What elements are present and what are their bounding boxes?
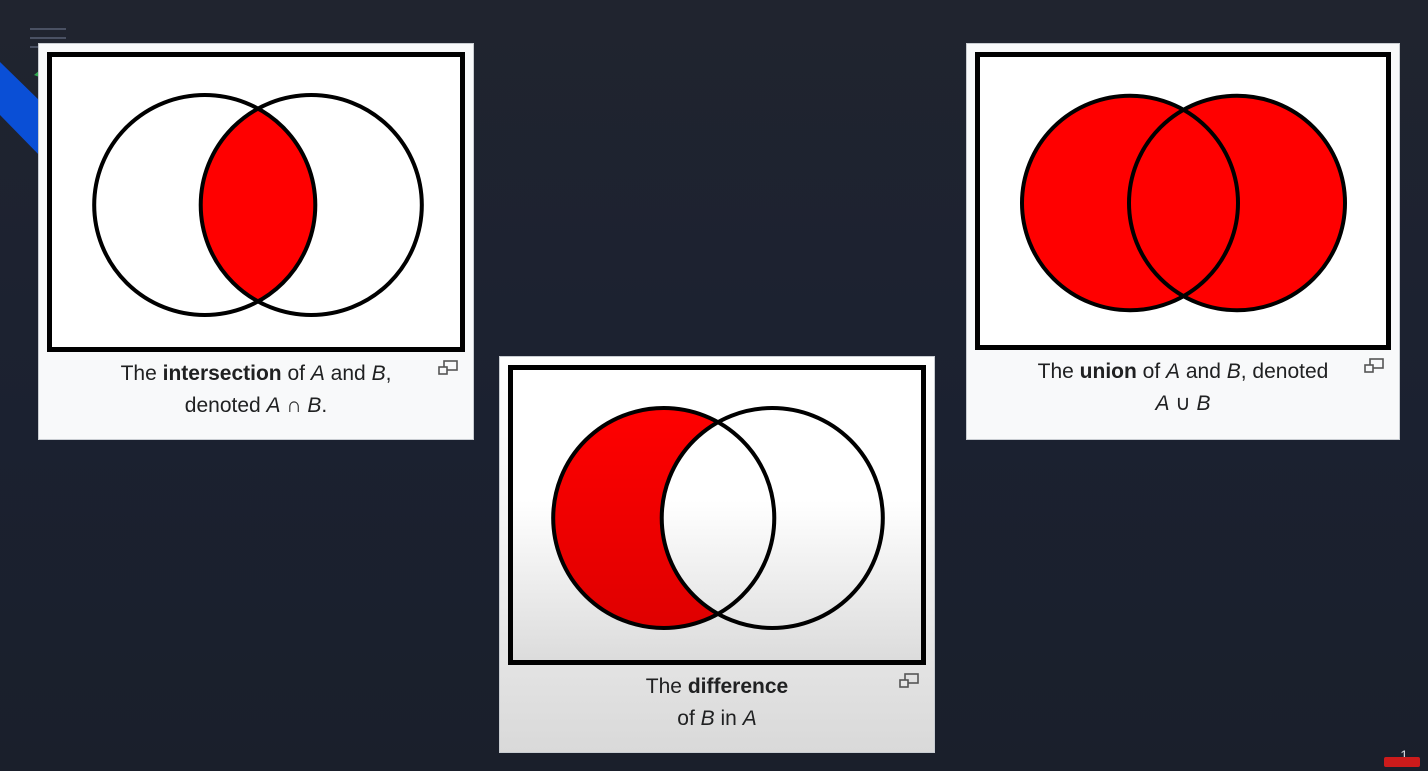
intersection-venn-card: The intersection of A and B, denoted A ∩… xyxy=(38,43,474,440)
enlarge-icon[interactable] xyxy=(437,360,459,376)
enlarge-icon[interactable] xyxy=(1363,358,1385,374)
youtube-badge-icon xyxy=(1384,757,1420,767)
union-caption: The union of A and B, denoted A ∪ B xyxy=(975,356,1391,420)
union-venn-card: The union of A and B, denoted A ∪ B xyxy=(966,43,1400,440)
union-venn-diagram xyxy=(975,52,1391,350)
enlarge-icon[interactable] xyxy=(898,673,920,689)
intersection-venn-diagram xyxy=(47,52,465,352)
intersection-caption: The intersection of A and B, denoted A ∩… xyxy=(47,358,465,422)
difference-caption: The difference of B in A xyxy=(508,671,926,735)
difference-venn-diagram xyxy=(508,365,926,665)
difference-venn-card: The difference of B in A xyxy=(499,356,935,753)
